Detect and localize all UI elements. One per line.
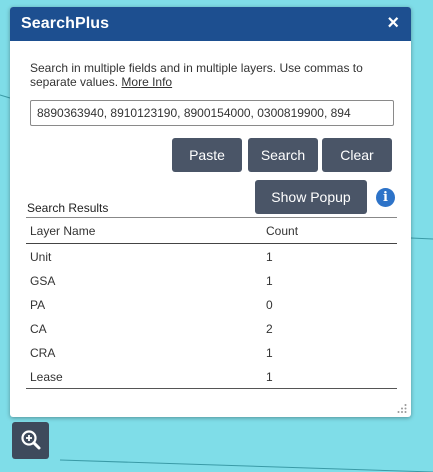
column-header-count: Count	[266, 224, 299, 238]
layer-name-cell: Unit	[30, 250, 52, 264]
paste-button[interactable]: Paste	[172, 138, 242, 172]
search-results-heading: Search Results	[27, 201, 109, 215]
layer-name-cell: CA	[30, 322, 47, 336]
search-button[interactable]: Search	[248, 138, 318, 172]
count-cell: 0	[266, 298, 273, 312]
more-info-link[interactable]: More Info	[121, 75, 172, 89]
panel-titlebar[interactable]: SearchPlus ×	[10, 7, 411, 41]
count-cell: 1	[266, 370, 273, 384]
zoom-in-button[interactable]	[12, 422, 49, 459]
count-cell: 1	[266, 346, 273, 360]
table-row[interactable]: PA 0	[26, 292, 397, 316]
resize-grip-icon[interactable]	[397, 403, 407, 413]
table-row[interactable]: GSA 1	[26, 268, 397, 292]
layer-name-cell: PA	[30, 298, 46, 312]
count-cell: 2	[266, 322, 273, 336]
panel-title: SearchPlus	[21, 15, 110, 32]
searchplus-panel: SearchPlus × Search in multiple fields a…	[10, 7, 411, 417]
layer-name-cell: Lease	[30, 370, 63, 384]
table-row[interactable]: Lease 1	[26, 364, 397, 388]
zoom-in-magnifier-icon	[21, 430, 41, 450]
count-cell: 1	[266, 250, 273, 264]
show-popup-button[interactable]: Show Popup	[255, 180, 367, 214]
description-text: Search in multiple fields and in multipl…	[30, 61, 363, 89]
info-icon[interactable]: i	[376, 188, 395, 207]
search-input[interactable]	[30, 100, 394, 126]
table-row[interactable]: CRA 1	[26, 340, 397, 364]
search-description: Search in multiple fields and in multipl…	[30, 61, 390, 89]
column-header-layer-name: Layer Name	[30, 224, 96, 238]
table-row[interactable]: Unit 1	[26, 244, 397, 268]
table-row[interactable]: CA 2	[26, 316, 397, 340]
layer-name-cell: GSA	[30, 274, 56, 288]
close-icon[interactable]: ×	[387, 13, 399, 33]
table-header-row: Layer Name Count	[26, 218, 397, 244]
clear-button[interactable]: Clear	[322, 138, 392, 172]
layer-name-cell: CRA	[30, 346, 56, 360]
results-table: Layer Name Count Unit 1 GSA 1 PA 0 CA 2 …	[26, 217, 397, 389]
count-cell: 1	[266, 274, 273, 288]
